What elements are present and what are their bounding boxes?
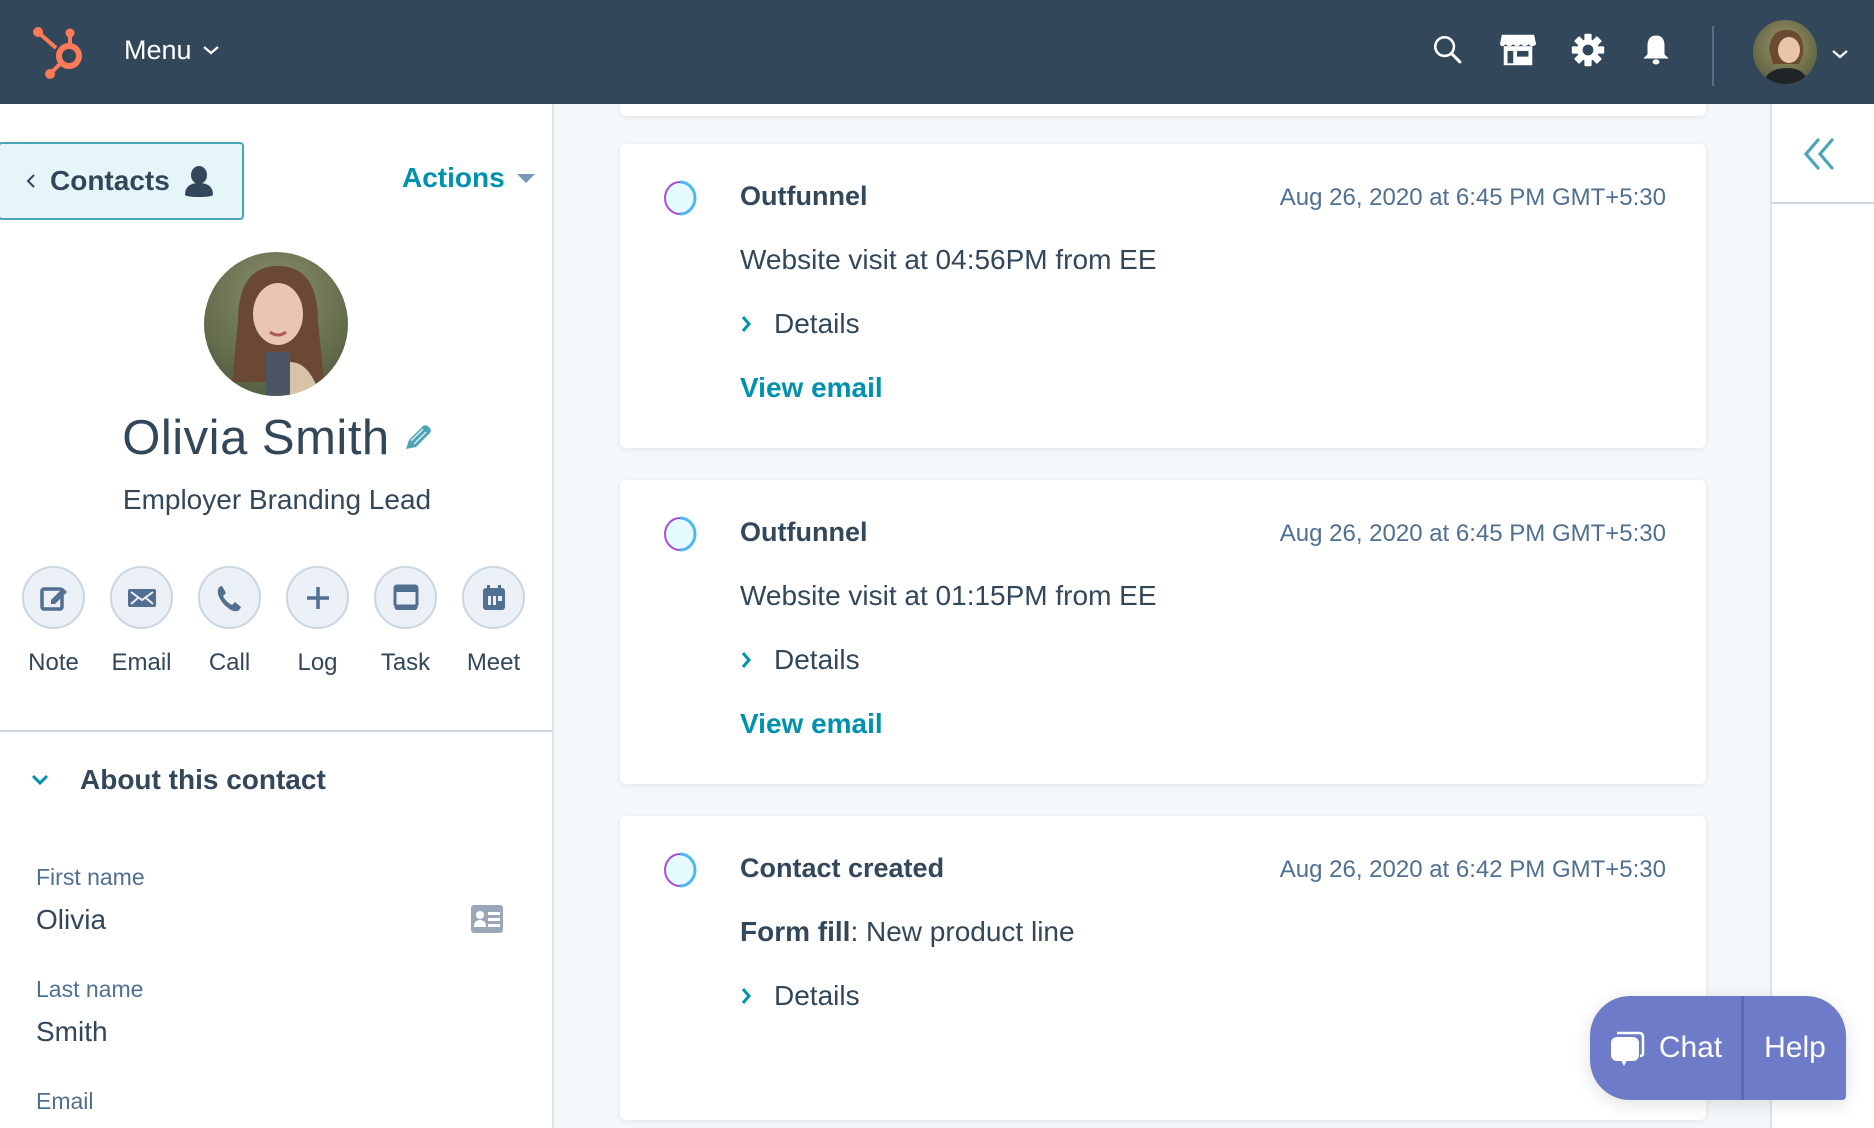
timeline-card-previous (620, 104, 1706, 116)
card-body: Website visit at 04:56PM from EE (740, 244, 1157, 275)
card-body: Form fill: New product line (740, 916, 1075, 948)
plus-icon (306, 586, 329, 609)
card-timestamp: Aug 26, 2020 at 6:42 PM GMT+5:30 (1279, 856, 1666, 883)
chat-help-widget: Chat Help (1590, 996, 1846, 1100)
notifications-bell-icon[interactable] (1636, 30, 1676, 70)
caret-down-icon (516, 173, 535, 183)
user-account-avatar[interactable] (1753, 20, 1817, 84)
section-divider (0, 730, 552, 732)
timeline-card: Outfunnel Aug 26, 2020 at 6:45 PM GMT+5:… (620, 480, 1706, 784)
expand-sidebar-double-chevron-icon[interactable] (1800, 134, 1840, 174)
card-title: Outfunnel (740, 181, 868, 211)
chevron-right-icon (741, 652, 751, 668)
log-label: Log (297, 649, 338, 676)
card-timestamp: Aug 26, 2020 at 6:45 PM GMT+5:30 (1279, 520, 1666, 547)
top-navigation-bar: Menu (0, 0, 1874, 104)
details-toggle[interactable]: Details (740, 644, 860, 676)
note-action-button[interactable]: Note (22, 566, 85, 677)
contact-job-title: Employer Branding Lead (122, 484, 432, 515)
meet-action-button[interactable]: Meet (462, 566, 525, 677)
task-icon (393, 584, 418, 610)
chevron-right-icon (741, 988, 751, 1004)
search-icon[interactable] (1428, 30, 1468, 70)
email-icon (127, 588, 156, 607)
back-to-contacts-button[interactable]: Contacts (0, 142, 244, 220)
view-email-link[interactable]: View email (740, 372, 883, 404)
about-this-contact-toggle[interactable]: About this contact (30, 764, 326, 796)
contacts-label: Contacts (50, 165, 170, 196)
outfunnel-logo-icon (664, 516, 697, 552)
help-button[interactable]: Help (1744, 996, 1846, 1100)
last-name-value[interactable]: Smith (36, 1016, 108, 1048)
details-label: Details (774, 980, 860, 1011)
contact-card-icon[interactable] (470, 904, 504, 934)
edit-pencil-icon[interactable] (402, 423, 432, 453)
timeline-card: Contact created Aug 26, 2020 at 6:42 PM … (620, 816, 1706, 1120)
details-label: Details (774, 308, 860, 339)
details-toggle[interactable]: Details (740, 980, 860, 1012)
main-menu-dropdown[interactable]: Menu (124, 30, 220, 70)
meet-label: Meet (466, 649, 521, 676)
chat-bubble-icon (1610, 1031, 1645, 1066)
note-label: Note (28, 649, 79, 676)
actions-label: Actions (402, 162, 505, 193)
last-name-label: Last name (36, 976, 144, 1002)
email-action-button[interactable]: Email (110, 566, 173, 677)
hubspot-logo-icon[interactable] (30, 24, 86, 80)
actions-dropdown[interactable]: Actions (402, 162, 535, 194)
chat-button[interactable]: Chat (1590, 996, 1744, 1100)
contact-name-row: Olivia Smith (0, 410, 554, 466)
details-toggle[interactable]: Details (740, 308, 860, 340)
card-title: Outfunnel (740, 517, 868, 547)
calendar-icon (482, 584, 505, 610)
contact-avatar[interactable] (204, 252, 348, 396)
email-property-label: Email (36, 1088, 94, 1114)
call-label: Call (208, 649, 251, 676)
nav-divider (1712, 26, 1714, 86)
view-email-link[interactable]: View email (740, 708, 883, 740)
note-edit-icon (39, 586, 67, 611)
form-fill-label: Form fill (740, 916, 851, 947)
quick-actions-bar: Note Email Call Log Task Meet (22, 566, 525, 677)
marketplace-icon[interactable] (1498, 30, 1538, 70)
settings-gear-icon[interactable] (1568, 30, 1608, 70)
chevron-right-icon (741, 316, 751, 332)
outfunnel-logo-icon (664, 180, 697, 216)
contact-created-icon (664, 852, 697, 888)
right-sidebar-collapsed (1770, 104, 1874, 1128)
form-name: : New product line (850, 916, 1075, 947)
log-action-button[interactable]: Log (286, 566, 349, 677)
activity-timeline: Outfunnel Aug 26, 2020 at 6:45 PM GMT+5:… (556, 104, 1770, 1128)
timeline-card: Outfunnel Aug 26, 2020 at 6:45 PM GMT+5:… (620, 144, 1706, 448)
chevron-down-icon (202, 46, 219, 55)
phone-icon (217, 585, 241, 611)
first-name-value[interactable]: Olivia (36, 904, 106, 936)
right-panel-divider (1772, 202, 1874, 204)
chevron-down-icon (31, 774, 49, 786)
first-name-label: First name (36, 864, 145, 890)
task-label: Task (380, 649, 431, 676)
contact-person-icon (184, 166, 213, 197)
contact-sidebar: Contacts Actions Olivia Smith Employer B… (0, 104, 554, 1128)
card-timestamp: Aug 26, 2020 at 6:45 PM GMT+5:30 (1279, 184, 1666, 211)
help-label: Help (1764, 1031, 1826, 1064)
call-action-button[interactable]: Call (198, 566, 261, 677)
about-heading: About this contact (80, 764, 326, 795)
task-action-button[interactable]: Task (374, 566, 437, 677)
card-title: Contact created (740, 853, 945, 883)
menu-label: Menu (124, 34, 192, 65)
account-chevron-down-icon[interactable] (1831, 48, 1849, 60)
chevron-left-icon (26, 174, 35, 188)
details-label: Details (774, 644, 860, 675)
contact-name: Olivia Smith (122, 411, 390, 465)
email-label: Email (111, 649, 172, 676)
chat-label: Chat (1658, 1031, 1723, 1064)
card-body: Website visit at 01:15PM from EE (740, 580, 1157, 611)
